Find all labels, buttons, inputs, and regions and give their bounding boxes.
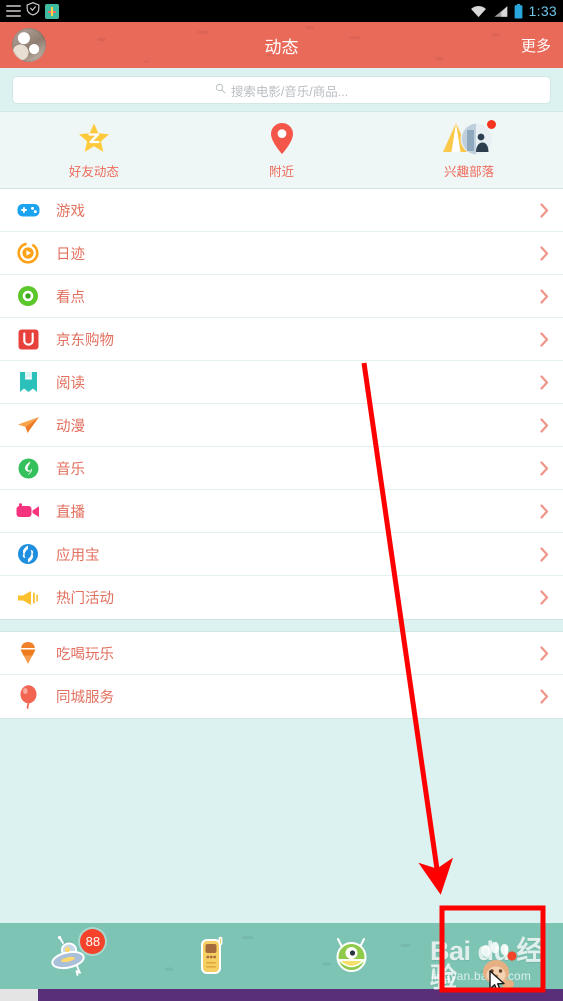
quick-action-friend-feed[interactable]: 好友动态: [0, 121, 188, 180]
list-item-label: 音乐: [56, 461, 85, 478]
megaphone-icon: [16, 586, 40, 610]
list-item[interactable]: 同城服务: [0, 675, 563, 718]
quick-action-label: 兴趣部落: [444, 164, 495, 179]
app-header: 动态 更多: [0, 22, 563, 68]
quick-action-nearby[interactable]: 附近: [188, 121, 376, 180]
jd-u-icon: [16, 327, 40, 351]
search-placeholder: 搜索电影/音乐/商品...: [230, 84, 349, 99]
status-bar-right-icons: 1:33: [470, 3, 557, 19]
tab-messages[interactable]: 88: [0, 929, 141, 979]
chevron-right-icon: [540, 331, 549, 347]
system-navigation-bar: [0, 989, 563, 1001]
ice-cream-icon: [16, 641, 40, 665]
chevron-right-icon: [540, 374, 549, 390]
quick-action-label: 好友动态: [68, 164, 119, 179]
list-item-label: 日迹: [56, 246, 85, 263]
chevron-right-icon: [540, 245, 549, 261]
app-tile-icon: [45, 3, 59, 19]
video-camera-icon: [16, 499, 40, 523]
chevron-right-icon: [540, 645, 549, 661]
app-treasure-icon: [16, 542, 40, 566]
list-item-label: 热门活动: [56, 591, 114, 607]
avatar[interactable]: [12, 28, 46, 62]
more-button[interactable]: 更多: [521, 35, 551, 56]
page-title: 动态: [264, 37, 299, 57]
chevron-right-icon: [540, 417, 549, 433]
list-item[interactable]: 音乐: [0, 447, 563, 490]
quick-action-label: 附近: [269, 164, 295, 179]
list-item-label: 阅读: [56, 375, 85, 392]
list-item-label: 游戏: [56, 203, 85, 220]
list-group-entertainment: 游戏 日迹 看点 京东购物 阅读 动漫 音乐 直播 应用宝 热门活动: [0, 189, 563, 619]
ufo-icon: 88: [47, 929, 106, 979]
chevron-right-icon: [540, 689, 549, 704]
list-item[interactable]: 应用宝: [0, 533, 563, 576]
list-item[interactable]: 热门活动: [0, 576, 563, 619]
mobile-phone-icon: [188, 933, 234, 979]
chevron-right-icon: [540, 503, 549, 519]
wifi-icon: [470, 5, 487, 18]
search-icon: [215, 81, 226, 99]
chevron-right-icon: [540, 546, 549, 562]
page-empty-space: [0, 718, 563, 908]
green-monster-icon: [329, 933, 375, 979]
list-item-label: 看点: [56, 289, 85, 306]
message-count-badge: 88: [80, 929, 106, 954]
shield-icon: [26, 1, 40, 21]
status-bar: 1:33: [0, 0, 563, 22]
list-item-label: 动漫: [56, 418, 85, 435]
tent-tribe-icon: [440, 119, 498, 155]
star-icon: [77, 121, 111, 155]
tab-dynamic[interactable]: [282, 933, 423, 979]
eye-target-icon: [16, 284, 40, 308]
search-input[interactable]: 搜索电影/音乐/商品...: [13, 77, 550, 103]
list-group-divider: [0, 619, 563, 632]
list-item[interactable]: 阅读: [0, 361, 563, 404]
music-note-icon: [16, 456, 40, 480]
list-item-label: 同城服务: [56, 690, 114, 706]
list-item[interactable]: 直播: [0, 490, 563, 533]
balloon-icon: [16, 684, 40, 709]
chevron-right-icon: [540, 590, 549, 605]
list-item[interactable]: 游戏: [0, 189, 563, 232]
menu-lines-icon: [6, 5, 21, 17]
chevron-right-icon: [540, 202, 549, 218]
quick-actions-bar: 好友动态 附近 兴趣部落: [0, 111, 563, 189]
system-nav-left-chip: [0, 989, 38, 1001]
signal-icon: [493, 5, 508, 18]
notification-dot-badge: [487, 119, 497, 129]
list-item-label: 直播: [56, 504, 85, 521]
app-screen: 1:33 动态 更多 搜索电影/音乐/商品... 好友动态 附近 兴趣部落 游戏…: [0, 0, 563, 1001]
paper-plane-icon: [16, 413, 40, 437]
list-group-local-life: 吃喝玩乐 同城服务: [0, 632, 563, 718]
search-section: 搜索电影/音乐/商品...: [0, 68, 563, 111]
status-bar-clock: 1:33: [528, 3, 557, 19]
list-item[interactable]: 看点: [0, 275, 563, 318]
mouse-pointer-icon: [489, 970, 505, 993]
chevron-right-icon: [540, 288, 549, 304]
tab-contacts[interactable]: [141, 933, 282, 979]
battery-icon: [514, 3, 523, 19]
list-item[interactable]: 吃喝玩乐: [0, 632, 563, 675]
status-bar-left-icons: [6, 1, 59, 21]
book-icon: [16, 370, 40, 394]
bottom-tab-bar: 88: [0, 923, 563, 989]
location-pin-icon: [270, 121, 294, 155]
gamepad-icon: [16, 198, 40, 222]
list-item[interactable]: 日迹: [0, 232, 563, 275]
quick-action-interest-tribe[interactable]: 兴趣部落: [375, 119, 563, 180]
chevron-right-icon: [540, 460, 549, 476]
list-item[interactable]: 京东购物: [0, 318, 563, 361]
list-item-label: 应用宝: [56, 547, 100, 564]
list-item[interactable]: 动漫: [0, 404, 563, 447]
play-circle-icon: [16, 241, 40, 265]
list-item-label: 吃喝玩乐: [56, 646, 114, 663]
list-item-label: 京东购物: [56, 332, 114, 349]
